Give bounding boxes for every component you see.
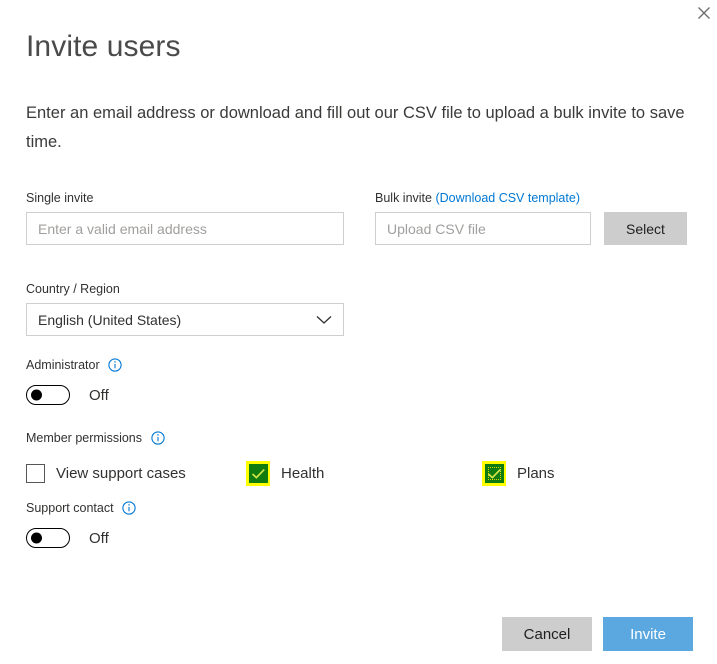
- single-invite-group: Single invite: [26, 190, 344, 245]
- support-contact-label: Support contact: [26, 500, 136, 519]
- download-csv-template-link[interactable]: (Download CSV template): [435, 191, 580, 205]
- single-invite-input[interactable]: [26, 212, 344, 245]
- highlight-marker: [246, 461, 270, 486]
- support-contact-label-text: Support contact: [26, 501, 114, 515]
- checkbox-box: [485, 464, 504, 483]
- invite-users-dialog: Invite users Enter an email address or d…: [0, 0, 717, 664]
- page-title: Invite users: [26, 30, 181, 63]
- select-file-button[interactable]: Select: [604, 212, 687, 245]
- dialog-description: Enter an email address or download and f…: [26, 104, 685, 151]
- support-contact-group: Support contact Off: [26, 500, 136, 548]
- bulk-invite-label-text: Bulk invite: [375, 191, 432, 205]
- checkbox-box: [26, 464, 45, 483]
- checkbox-view-support-cases[interactable]: View support cases: [26, 464, 186, 483]
- toggle-knob: [31, 532, 42, 544]
- bulk-invite-group: Bulk invite (Download CSV template) Sele…: [375, 190, 687, 245]
- administrator-label-text: Administrator: [26, 358, 100, 372]
- upload-csv-input[interactable]: [375, 212, 591, 245]
- chevron-down-icon: [316, 315, 332, 325]
- member-permissions-label-text: Member permissions: [26, 431, 143, 445]
- country-region-select[interactable]: English (United States): [26, 303, 344, 336]
- bulk-invite-row: Select: [375, 212, 687, 245]
- member-permissions-options: View support cases Health Plans: [26, 461, 686, 495]
- info-icon[interactable]: [108, 358, 122, 376]
- cancel-button[interactable]: Cancel: [502, 617, 592, 651]
- dialog-footer: Cancel Invite: [0, 617, 717, 651]
- checkbox-plans[interactable]: Plans: [482, 461, 555, 486]
- member-permissions-group: Member permissions View support cases He…: [26, 430, 686, 495]
- member-permissions-label: Member permissions: [26, 430, 686, 449]
- close-button[interactable]: [691, 0, 717, 26]
- highlight-marker: [482, 461, 506, 486]
- toggle-knob: [31, 389, 42, 401]
- administrator-label: Administrator: [26, 357, 122, 376]
- single-invite-label: Single invite: [26, 191, 94, 205]
- close-icon: [696, 5, 712, 21]
- checkbox-label: Health: [281, 465, 325, 482]
- info-icon[interactable]: [150, 431, 165, 449]
- invite-button[interactable]: Invite: [603, 617, 693, 651]
- checkbox-label: Plans: [517, 465, 555, 482]
- support-contact-toggle-state: Off: [89, 529, 109, 547]
- support-contact-toggle[interactable]: [26, 528, 70, 548]
- country-region-value: English (United States): [38, 311, 182, 328]
- bulk-invite-label: Bulk invite (Download CSV template): [375, 190, 687, 206]
- administrator-toggle[interactable]: [26, 385, 70, 405]
- info-icon[interactable]: [122, 501, 136, 519]
- checkbox-box: [249, 464, 268, 483]
- administrator-group: Administrator Off: [26, 357, 122, 405]
- administrator-toggle-state: Off: [89, 386, 109, 404]
- country-region-group: Country / Region English (United States): [26, 281, 344, 336]
- checkbox-label: View support cases: [56, 465, 186, 482]
- checkbox-health[interactable]: Health: [246, 461, 324, 486]
- administrator-toggle-row: Off: [26, 385, 122, 405]
- country-region-label: Country / Region: [26, 282, 120, 296]
- support-contact-toggle-row: Off: [26, 528, 136, 548]
